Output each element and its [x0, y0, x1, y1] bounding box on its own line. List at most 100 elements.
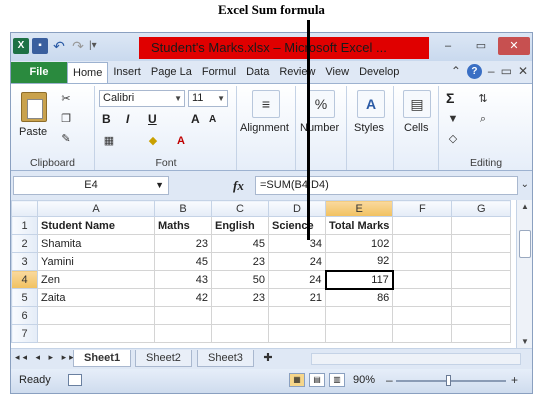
cell[interactable]: 86: [324, 288, 394, 307]
tab-insert[interactable]: Insert: [108, 62, 146, 83]
cell[interactable]: [37, 324, 155, 343]
cell[interactable]: 50: [211, 270, 269, 289]
cells-icon[interactable]: ▤: [403, 90, 431, 118]
zoom-level[interactable]: 90%: [353, 374, 375, 386]
zoom-slider-thumb[interactable]: [446, 375, 451, 386]
insert-sheet-icon[interactable]: ✚: [261, 351, 275, 365]
clear-icon[interactable]: ◇: [446, 132, 460, 146]
font-color-icon[interactable]: A: [174, 134, 188, 148]
cell[interactable]: 34: [268, 234, 326, 253]
cell[interactable]: [37, 306, 155, 325]
select-all-corner[interactable]: [11, 200, 38, 217]
tab-file[interactable]: File: [11, 62, 67, 83]
zoom-slider[interactable]: [396, 375, 506, 386]
save-icon[interactable]: ▪: [32, 38, 48, 54]
doc-close-icon[interactable]: ✕: [518, 64, 528, 79]
cell[interactable]: Student Name: [37, 216, 155, 235]
page-layout-view-icon[interactable]: ▤: [309, 373, 325, 387]
formula-input[interactable]: =SUM(B4:D4): [255, 176, 518, 195]
row-header[interactable]: 5: [11, 288, 38, 307]
expand-formula-bar-icon[interactable]: ⌄: [521, 179, 529, 190]
cell[interactable]: [268, 306, 326, 325]
row-header[interactable]: 6: [11, 306, 38, 325]
fill-icon[interactable]: ▼: [446, 112, 460, 126]
cell[interactable]: [211, 324, 269, 343]
tab-home[interactable]: Home: [67, 62, 109, 83]
cell[interactable]: 24: [268, 252, 326, 271]
cell[interactable]: English: [211, 216, 269, 235]
cell[interactable]: 24: [268, 270, 326, 289]
cell[interactable]: Zen: [37, 270, 155, 289]
cell[interactable]: Maths: [154, 216, 212, 235]
fill-color-icon[interactable]: ◆: [146, 134, 160, 148]
sheet-nav-arrows[interactable]: ◂◂ ◂ ▸ ▸▸: [15, 352, 77, 363]
doc-minimize-icon[interactable]: –: [488, 64, 495, 79]
sheet-tab-sheet3[interactable]: Sheet3: [197, 350, 254, 367]
cell[interactable]: [392, 288, 453, 307]
cells-button[interactable]: Cells: [404, 122, 428, 134]
row-header[interactable]: 1: [11, 216, 38, 235]
format-painter-icon[interactable]: ✎: [59, 132, 73, 146]
column-header[interactable]: A: [37, 200, 155, 217]
tab-review[interactable]: Review: [274, 62, 320, 83]
cell[interactable]: [451, 216, 512, 235]
cell[interactable]: 102: [324, 234, 394, 253]
page-break-view-icon[interactable]: ▥: [329, 373, 345, 387]
borders-icon[interactable]: ▦: [102, 134, 116, 148]
normal-view-icon[interactable]: ▦: [289, 373, 305, 387]
scroll-up-icon[interactable]: ▲: [517, 202, 533, 211]
row-header-selected[interactable]: 4: [11, 270, 38, 289]
bold-button[interactable]: B: [102, 112, 111, 126]
customize-qat-icon[interactable]: |▾: [89, 38, 97, 54]
cell[interactable]: [451, 270, 512, 289]
row-header[interactable]: 2: [11, 234, 38, 253]
minimize-button[interactable]: –: [432, 37, 464, 55]
macro-record-icon[interactable]: [68, 374, 82, 386]
cell[interactable]: [451, 234, 512, 253]
font-size-select[interactable]: 11 ▼: [188, 90, 228, 107]
cell[interactable]: [324, 306, 394, 325]
cell[interactable]: [451, 252, 512, 271]
cell[interactable]: [211, 306, 269, 325]
cell[interactable]: [451, 288, 512, 307]
cell[interactable]: [392, 252, 453, 271]
shrink-font-button[interactable]: A: [209, 114, 216, 125]
row-header[interactable]: 7: [11, 324, 38, 343]
cell[interactable]: 42: [154, 288, 212, 307]
percent-icon[interactable]: %: [307, 90, 335, 118]
column-header-selected[interactable]: E: [324, 200, 394, 217]
name-box[interactable]: E4 ▼: [13, 176, 169, 195]
cell[interactable]: [392, 306, 453, 325]
autosum-button[interactable]: Σ: [446, 90, 454, 106]
scroll-thumb[interactable]: [519, 230, 531, 258]
column-header[interactable]: B: [154, 200, 212, 217]
undo-icon[interactable]: ↶: [51, 38, 67, 54]
cell[interactable]: 23: [211, 252, 269, 271]
tab-page-layout[interactable]: Page La: [146, 62, 197, 83]
copy-icon[interactable]: ❐: [59, 112, 73, 126]
cell[interactable]: Science: [268, 216, 326, 235]
help-icon[interactable]: ?: [466, 64, 482, 79]
cell[interactable]: [392, 324, 453, 343]
tab-view[interactable]: View: [320, 62, 354, 83]
alignment-button[interactable]: Alignment: [240, 122, 289, 134]
cell[interactable]: 43: [154, 270, 212, 289]
restore-button[interactable]: ▭: [465, 37, 497, 55]
cell[interactable]: 45: [211, 234, 269, 253]
sheet-tab-sheet2[interactable]: Sheet2: [135, 350, 192, 367]
cell[interactable]: Yamini: [37, 252, 155, 271]
chevron-down-icon[interactable]: ▼: [155, 177, 164, 194]
cell[interactable]: 23: [154, 234, 212, 253]
sheet-tab-sheet1[interactable]: Sheet1: [73, 350, 132, 367]
vertical-scrollbar[interactable]: ▲ ▼: [516, 200, 532, 348]
cell[interactable]: [392, 216, 453, 235]
redo-icon[interactable]: ↷: [70, 38, 86, 54]
cell[interactable]: 21: [268, 288, 326, 307]
doc-restore-icon[interactable]: ▭: [501, 64, 512, 79]
tab-data[interactable]: Data: [241, 62, 274, 83]
minimize-ribbon-icon[interactable]: ⌃: [451, 64, 461, 79]
cell[interactable]: [154, 306, 212, 325]
cell[interactable]: 45: [154, 252, 212, 271]
cell[interactable]: Shamita: [37, 234, 155, 253]
styles-button[interactable]: Styles: [354, 122, 384, 134]
